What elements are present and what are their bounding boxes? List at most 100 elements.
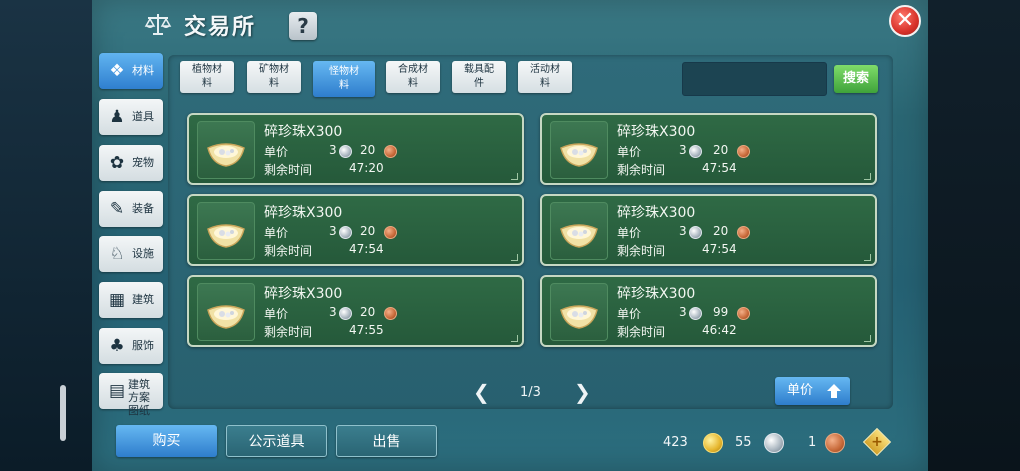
time-left-value: 47:54: [702, 161, 737, 175]
clothing-icon: ♣: [109, 336, 125, 356]
time-left-value: 47:54: [349, 242, 384, 256]
time-left-label: 剩余时间: [264, 163, 313, 177]
gold-coin-icon: [703, 433, 723, 453]
tab-label-line1: 活动材: [530, 64, 560, 75]
buy-button[interactable]: 购买: [116, 425, 217, 457]
silver-coin-icon: [689, 226, 702, 239]
sidebar-item-label: 设施: [132, 247, 154, 260]
screen-edge-handle[interactable]: [60, 385, 66, 441]
paw-icon: ✿: [109, 153, 125, 173]
corner-mark: [864, 173, 871, 180]
sidebar-item-equipment[interactable]: ✎ 装备: [99, 191, 163, 227]
blueprint-icon: ▤: [108, 381, 126, 401]
scale-icon: [144, 14, 172, 35]
pearl-shell-icon: [560, 143, 598, 167]
price-silver: 3: [329, 305, 337, 319]
background-right: [928, 0, 1020, 471]
sort-arrow-icon: [827, 384, 841, 398]
listing-card[interactable]: 碎珍珠X300 单价 3 20 剩余时间 47:20: [187, 113, 524, 185]
listing-card[interactable]: 碎珍珠X300 单价 3 20 剩余时间 47:55: [187, 275, 524, 347]
price-copper: 99: [713, 305, 729, 319]
search-input[interactable]: [682, 62, 827, 96]
price-label: 单价: [264, 307, 289, 321]
listing-card[interactable]: 碎珍珠X300 单价 3 20 剩余时间 47:54: [187, 194, 524, 266]
background-left: [0, 0, 92, 471]
item-icon-frame: [197, 283, 255, 341]
tab-label-line2: 料: [408, 78, 418, 89]
sidebar-item-buildings[interactable]: ▦ 建筑: [99, 282, 163, 318]
next-page-button[interactable]: ❯: [574, 380, 591, 404]
pearl-shell-icon: [560, 305, 598, 329]
listing-card[interactable]: 碎珍珠X300 单价 3 20 剩余时间 47:54: [540, 194, 877, 266]
item-name: 碎珍珠X300: [617, 124, 696, 140]
materials-icon: ❖: [109, 61, 125, 81]
item-icon-frame: [550, 121, 608, 179]
tab-label-line1: 怪物材: [329, 66, 359, 77]
sidebar-item-materials[interactable]: ❖ 材料: [99, 53, 163, 89]
silver-amount: 55: [735, 435, 752, 450]
prev-page-button[interactable]: ❮: [473, 380, 490, 404]
sidebar-item-label: 材料: [132, 64, 154, 77]
copper-amount: 1: [808, 435, 817, 450]
exchange-window: 交易所 ? ✕ ❖ 材料 ♟ 道具 ✿ 宠物 ✎ 装备 ♘ 设施 ▦ 建筑 ♣ …: [92, 0, 928, 471]
help-button[interactable]: ?: [289, 12, 317, 40]
search-button[interactable]: 搜索: [834, 65, 878, 93]
sidebar-item-label: 道具: [132, 110, 154, 123]
tool-icon: ♟: [109, 107, 125, 127]
corner-mark: [864, 254, 871, 261]
time-left-value: 47:55: [349, 323, 384, 337]
listing-card[interactable]: 碎珍珠X300 单价 3 99 剩余时间 46:42: [540, 275, 877, 347]
silver-coin-icon: [339, 307, 352, 320]
pearl-shell-icon: [207, 143, 245, 167]
pearl-shell-icon: [560, 224, 598, 248]
price-label: 单价: [264, 145, 289, 159]
sidebar-item-pets[interactable]: ✿ 宠物: [99, 145, 163, 181]
sidebar-item-tools[interactable]: ♟ 道具: [99, 99, 163, 135]
silver-coin-icon: [764, 433, 784, 453]
tab-plant-materials[interactable]: 植物材 料: [180, 61, 234, 93]
close-button[interactable]: ✕: [889, 5, 921, 37]
price-silver: 3: [679, 224, 687, 238]
tab-vehicle-parts[interactable]: 载具配 件: [452, 61, 506, 93]
silver-coin-icon: [689, 307, 702, 320]
sidebar-item-facilities[interactable]: ♘ 设施: [99, 236, 163, 272]
price-copper: 20: [360, 305, 376, 319]
tab-monster-materials[interactable]: 怪物材 料: [313, 61, 375, 97]
tab-label-line2: 料: [339, 80, 349, 91]
page-indicator: 1/3: [520, 385, 541, 400]
sort-by-price-button[interactable]: 单价: [775, 377, 850, 405]
copper-coin-icon: [384, 145, 397, 158]
item-icon-frame: [197, 202, 255, 260]
time-left-label: 剩余时间: [617, 244, 666, 258]
sort-label: 单价: [787, 383, 814, 398]
silver-coin-icon: [339, 145, 352, 158]
listing-card[interactable]: 碎珍珠X300 单价 3 20 剩余时间 47:54: [540, 113, 877, 185]
tab-mineral-materials[interactable]: 矿物材 料: [247, 61, 301, 93]
public-items-button[interactable]: 公示道具: [226, 425, 327, 457]
tab-crafting-materials[interactable]: 合成材 料: [386, 61, 440, 93]
title-bar: 交易所 ? ✕: [92, 0, 928, 50]
time-left-label: 剩余时间: [617, 163, 666, 177]
price-label: 单价: [264, 226, 289, 240]
corner-mark: [511, 254, 518, 261]
item-name: 碎珍珠X300: [264, 205, 343, 221]
sidebar-item-clothing[interactable]: ♣ 服饰: [99, 328, 163, 364]
price-silver: 3: [679, 143, 687, 157]
sidebar-item-label: 服饰: [132, 339, 154, 352]
sidebar-item-label: 建筑方案图纸: [128, 378, 150, 417]
corner-mark: [511, 335, 518, 342]
pearl-shell-icon: [207, 305, 245, 329]
facility-icon: ♘: [109, 244, 125, 264]
price-silver: 3: [679, 305, 687, 319]
plus-icon: +: [871, 434, 883, 450]
tab-event-materials[interactable]: 活动材 料: [518, 61, 572, 93]
sidebar-item-label: 宠物: [132, 156, 154, 169]
silver-coin-icon: [339, 226, 352, 239]
sidebar-item-blueprints[interactable]: ▤ 建筑方案图纸: [99, 373, 163, 417]
price-copper: 20: [360, 224, 376, 238]
sell-button[interactable]: 出售: [336, 425, 437, 457]
price-label: 单价: [617, 307, 642, 321]
item-icon-frame: [550, 202, 608, 260]
add-currency-button[interactable]: +: [862, 427, 892, 457]
copper-coin-icon: [737, 145, 750, 158]
